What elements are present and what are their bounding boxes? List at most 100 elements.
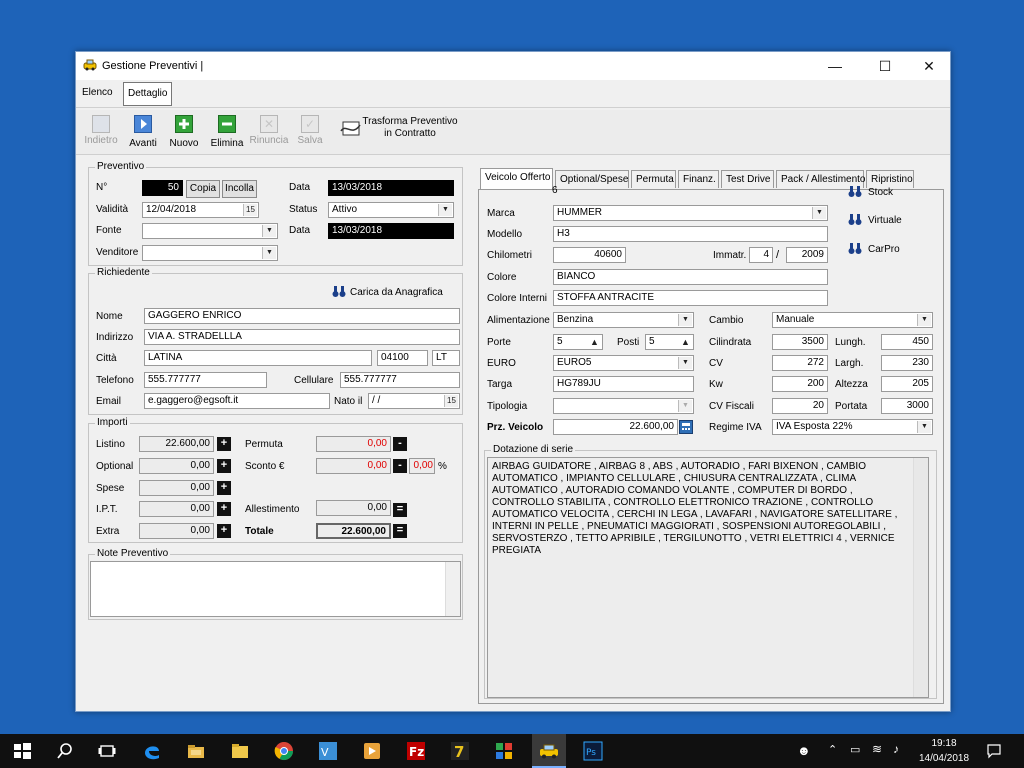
spinner-icon[interactable]: ▲ <box>679 336 692 348</box>
ipt-plus-button[interactable]: + <box>217 502 231 516</box>
posti-field[interactable]: 5 ▲ <box>645 334 694 350</box>
clock-time[interactable]: 19:18 <box>924 738 964 749</box>
status-select[interactable]: Attivo ▼ <box>328 202 454 218</box>
data2-field[interactable]: 13/03/2018 <box>328 223 454 239</box>
sconto-field[interactable]: 0,00 <box>316 458 391 474</box>
nome-field[interactable]: GAGGERO ENRICO <box>144 308 460 324</box>
tab-finanz[interactable]: Finanz. <box>678 170 719 188</box>
immatr-anno-field[interactable]: 2009 <box>786 247 828 263</box>
sconto-minus-button[interactable]: - <box>393 459 407 473</box>
citta-field[interactable]: LATINA <box>144 350 372 366</box>
dotazione-textarea[interactable]: AIRBAG GUIDATORE , AIRBAG 8 , ABS , AUTO… <box>487 457 929 698</box>
colore-interni-field[interactable]: STOFFA ANTRACITE <box>553 290 828 306</box>
permuta-field[interactable]: 0,00 <box>316 436 391 452</box>
optional-plus-button[interactable]: + <box>217 459 231 473</box>
clock-date[interactable]: 14/04/2018 <box>918 753 970 764</box>
marca-select[interactable]: HUMMER ▼ <box>553 205 828 221</box>
chrome-icon[interactable] <box>274 741 294 761</box>
cap-field[interactable]: 04100 <box>377 350 428 366</box>
task-view-icon[interactable] <box>97 741 117 761</box>
close-button[interactable]: ✕ <box>906 52 952 80</box>
minimize-button[interactable]: — <box>812 52 858 80</box>
maximize-button[interactable]: ☐ <box>862 52 908 80</box>
tab-permuta[interactable]: Permuta <box>631 170 676 188</box>
windows-start-icon[interactable] <box>12 741 32 761</box>
cv-field[interactable]: 272 <box>772 355 828 371</box>
stock-button[interactable]: Stock <box>868 187 893 198</box>
alimentazione-select[interactable]: Benzina ▼ <box>553 312 694 328</box>
people-icon[interactable]: ☻ <box>797 743 811 758</box>
chevron-up-icon[interactable]: ⌃ <box>828 743 837 756</box>
taxi-icon[interactable] <box>539 741 559 761</box>
fonte-select[interactable]: ▼ <box>142 223 278 239</box>
chilometri-field[interactable]: 40600 <box>553 247 626 263</box>
regime-iva-select[interactable]: IVA Esposta 22% ▼ <box>772 419 933 435</box>
indietro-button[interactable]: Indietro <box>83 115 119 146</box>
visual-studio-icon[interactable]: V <box>318 741 338 761</box>
virtuale-button[interactable]: Virtuale <box>868 215 902 226</box>
cv-fiscali-field[interactable]: 20 <box>772 398 828 414</box>
tab-test-drive[interactable]: Test Drive <box>721 170 774 188</box>
folder-icon[interactable] <box>230 741 250 761</box>
cambio-select[interactable]: Manuale ▼ <box>772 312 933 328</box>
nato-field[interactable]: / / 15 <box>368 393 460 409</box>
calculator-icon[interactable] <box>679 420 693 434</box>
portata-field[interactable]: 3000 <box>881 398 933 414</box>
totale-equals-button[interactable]: = <box>393 524 407 538</box>
spese-plus-button[interactable]: + <box>217 481 231 495</box>
larghezza-field[interactable]: 230 <box>881 355 933 371</box>
immatr-mese-field[interactable]: 4 <box>749 247 773 263</box>
file-explorer-icon[interactable] <box>186 741 206 761</box>
elimina-button[interactable]: Elimina <box>210 115 244 149</box>
filezilla-icon[interactable]: Fz <box>406 741 426 761</box>
copia-button[interactable]: Copia <box>186 180 220 198</box>
ipt-field[interactable]: 0,00 <box>139 501 214 517</box>
optional-field[interactable]: 0,00 <box>139 458 214 474</box>
listino-field[interactable]: 22.600,00 <box>139 436 214 452</box>
tab-elenco[interactable]: Elenco <box>78 82 117 104</box>
listino-plus-button[interactable]: + <box>217 437 231 451</box>
dotazione-scrollbar[interactable] <box>913 458 928 697</box>
spinner-icon[interactable]: ▲ <box>588 336 601 348</box>
validita-field[interactable]: 12/04/2018 15 <box>142 202 259 218</box>
tipologia-select[interactable]: ▼ <box>553 398 694 414</box>
telefono-field[interactable]: 555.777777 <box>144 372 267 388</box>
incolla-button[interactable]: Incolla <box>222 180 257 198</box>
prezzo-veicolo-field[interactable]: 22.600,00 <box>553 419 678 435</box>
cellulare-field[interactable]: 555.777777 <box>340 372 460 388</box>
calendar-icon[interactable]: 15 <box>444 395 458 407</box>
edge-icon[interactable] <box>142 741 162 761</box>
allestimento-field[interactable]: 0,00 <box>316 500 391 516</box>
carpro-button[interactable]: CarPro <box>868 244 900 255</box>
provincia-field[interactable]: LT <box>432 350 460 366</box>
tab-dettaglio[interactable]: Dettaglio <box>123 82 173 106</box>
email-field[interactable]: e.gaggero@egsoft.it <box>144 393 330 409</box>
spese-field[interactable]: 0,00 <box>139 480 214 496</box>
numero-field[interactable]: 50 <box>142 180 183 196</box>
search-icon[interactable] <box>55 741 75 761</box>
photoshop-icon[interactable]: Ps <box>583 741 603 761</box>
lunghezza-field[interactable]: 450 <box>881 334 933 350</box>
sconto-percent-field[interactable]: 0,00 <box>409 458 435 474</box>
extra-field[interactable]: 0,00 <box>139 523 214 539</box>
volume-icon[interactable]: ♪ <box>893 742 899 756</box>
app-grid-icon[interactable] <box>494 741 514 761</box>
avanti-button[interactable]: Avanti <box>126 115 160 149</box>
modello-field[interactable]: H3 <box>553 226 828 242</box>
venditore-select[interactable]: ▼ <box>142 245 278 261</box>
note-scrollbar[interactable] <box>445 562 460 616</box>
7zip-icon[interactable]: 7 <box>450 741 470 761</box>
nuovo-button[interactable]: Nuovo <box>169 115 199 149</box>
tab-veicolo-offerto[interactable]: Veicolo Offerto <box>480 168 553 189</box>
rinuncia-button[interactable]: ✕ Rinuncia <box>249 115 289 146</box>
tab-ripristino[interactable]: Ripristino <box>866 170 914 188</box>
notification-icon[interactable] <box>986 743 1002 759</box>
salva-button[interactable]: ✓ Salva <box>296 115 324 146</box>
data-field[interactable]: 13/03/2018 <box>328 180 454 196</box>
porte-field[interactable]: 5 ▲ <box>553 334 603 350</box>
extra-plus-button[interactable]: + <box>217 524 231 538</box>
media-player-icon[interactable] <box>362 741 382 761</box>
battery-icon[interactable]: ▭ <box>850 743 860 756</box>
colore-field[interactable]: BIANCO <box>553 269 828 285</box>
indirizzo-field[interactable]: VIA A. STRADELLLA <box>144 329 460 345</box>
